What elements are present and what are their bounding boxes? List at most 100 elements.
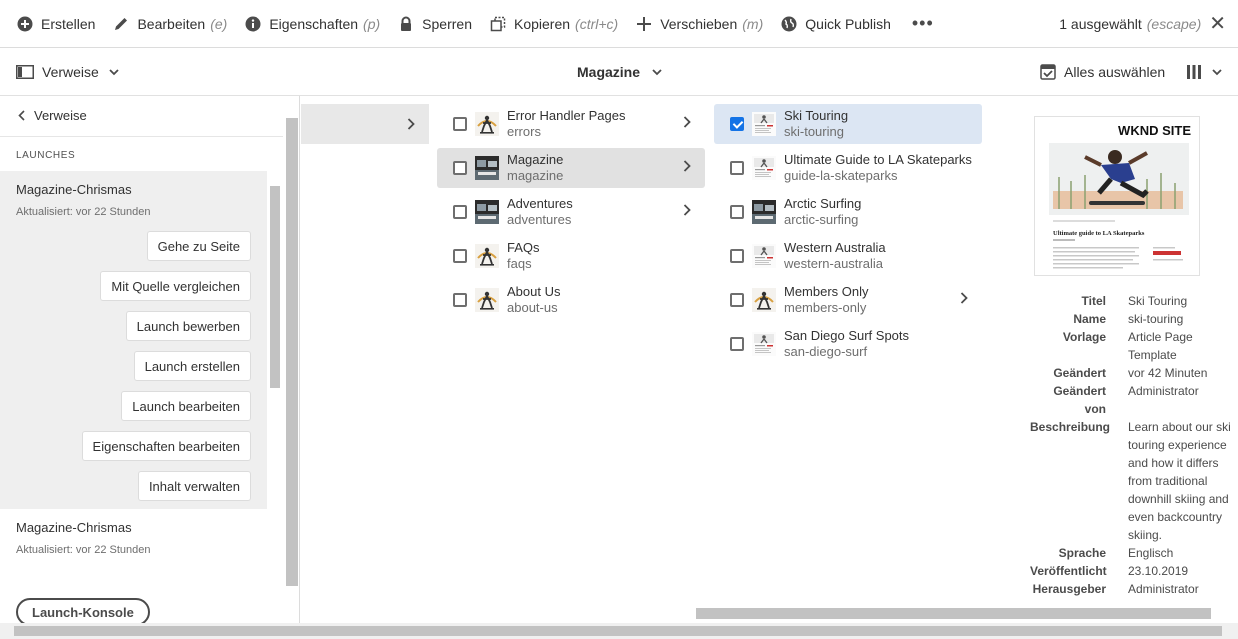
scrollbar-thumb[interactable]: [696, 608, 1211, 619]
property-key: Titel: [1081, 294, 1106, 308]
move-button[interactable]: Verschieben (m): [627, 0, 772, 48]
row-checkbox[interactable]: [453, 117, 467, 131]
rail-back-button[interactable]: Verweise: [18, 104, 87, 126]
property-key: Veröffentlicht: [1030, 564, 1107, 578]
row-checkbox[interactable]: [730, 293, 744, 307]
row-text: San Diego Surf Spots san-diego-surf: [784, 328, 909, 360]
pencil-icon: [115, 17, 128, 30]
column-row[interactable]: Magazine magazine: [437, 148, 705, 188]
property-key: Geändert von: [1053, 384, 1106, 416]
close-selection-icon[interactable]: ✕: [1209, 14, 1226, 34]
scrollbar-thumb[interactable]: [286, 118, 298, 586]
column-view-horizontal-scrollbar[interactable]: [301, 606, 1238, 620]
column-row[interactable]: FAQs faqs: [437, 236, 705, 276]
preview-image: WKND SITE Ultimate guide to LA Skatepark…: [1049, 123, 1191, 269]
create-launch-button[interactable]: Launch erstellen: [133, 351, 251, 381]
add-circle-icon: [17, 16, 33, 31]
row-name: about-us: [507, 300, 558, 315]
launch-list-scrollbar[interactable]: [268, 176, 282, 572]
references-rail: Verweise LAUNCHES Magazine-Chrismas Aktu…: [0, 96, 300, 623]
column-row[interactable]: Western Australia western-australia: [714, 236, 982, 276]
quick-publish-button[interactable]: Quick Publish: [772, 0, 900, 48]
selection-count: 1 ausgewählt: [1059, 16, 1142, 32]
edit-button[interactable]: Bearbeiten (e): [104, 0, 236, 48]
scrollbar-thumb[interactable]: [14, 626, 1222, 636]
chevron-right-icon[interactable]: [683, 160, 691, 172]
header-bar: Verweise Magazine Alles auswählen: [0, 48, 1238, 96]
property-row: Titel Ski Touring: [1030, 292, 1238, 310]
row-title: About Us: [507, 284, 561, 299]
property-row: Name ski-touring: [1030, 310, 1238, 328]
row-checkbox[interactable]: [730, 117, 744, 131]
row-checkbox[interactable]: [453, 205, 467, 219]
property-row: Sprache Englisch: [1030, 544, 1238, 562]
column-row[interactable]: Members Only members-only: [714, 280, 982, 320]
page-horizontal-scrollbar[interactable]: [0, 623, 1238, 639]
row-title: Arctic Surfing: [784, 196, 862, 211]
view-switcher[interactable]: [1186, 48, 1222, 96]
rail-back-label: Verweise: [34, 107, 87, 123]
divider: [0, 136, 283, 137]
create-label: Erstellen: [41, 15, 96, 32]
column-row[interactable]: Adventures adventures: [437, 192, 705, 232]
lock-label: Sperren: [422, 15, 472, 32]
row-title: Magazine: [507, 152, 564, 167]
row-text: Western Australia western-australia: [784, 240, 886, 272]
select-all-button[interactable]: Alles auswählen: [1040, 48, 1165, 96]
edit-properties-button[interactable]: Eigenschaften bearbeiten: [81, 431, 251, 461]
chevron-right-icon[interactable]: [683, 204, 691, 216]
row-text: FAQs faqs: [507, 240, 540, 272]
page-thumbnail-icon: [752, 288, 776, 312]
folder-title-dropdown[interactable]: Magazine: [577, 48, 662, 96]
more-actions-button[interactable]: •••: [900, 0, 946, 48]
chevron-right-icon[interactable]: [960, 292, 968, 304]
move-shortcut: (m): [742, 15, 764, 32]
row-name: ski-touring: [784, 124, 844, 139]
page-thumbnail-icon: [752, 156, 776, 180]
create-button[interactable]: Erstellen: [0, 0, 104, 48]
select-all-label: Alles auswählen: [1064, 64, 1166, 80]
row-name: adventures: [507, 212, 572, 227]
rail-scrollbar[interactable]: [285, 96, 299, 623]
move-label: Verschieben: [660, 15, 738, 32]
page-title: Magazine: [577, 64, 641, 80]
column-row[interactable]: Ski Touring ski-touring: [714, 104, 982, 144]
go-to-page-button[interactable]: Gehe zu Seite: [146, 231, 251, 261]
launch-console-button[interactable]: Launch-Konsole: [16, 598, 150, 623]
scrollbar-thumb[interactable]: [270, 186, 280, 388]
launch-name[interactable]: Magazine-Chrismas: [16, 520, 132, 535]
page-thumbnail-icon: [475, 156, 499, 180]
chevron-right-icon: [407, 118, 415, 130]
edit-launch-button[interactable]: Launch bearbeiten: [121, 391, 251, 421]
row-checkbox[interactable]: [453, 249, 467, 263]
page-thumbnail-icon: [752, 332, 776, 356]
row-checkbox[interactable]: [730, 249, 744, 263]
column-row[interactable]: About Us about-us: [437, 280, 705, 320]
row-name: members-only: [784, 300, 867, 315]
column-row[interactable]: San Diego Surf Spots san-diego-surf: [714, 324, 982, 364]
lock-button[interactable]: Sperren: [389, 0, 481, 48]
row-name: arctic-surfing: [784, 212, 859, 227]
row-name: faqs: [507, 256, 532, 271]
row-checkbox[interactable]: [730, 337, 744, 351]
lock-icon: [401, 16, 412, 31]
compare-with-source-button[interactable]: Mit Quelle vergleichen: [100, 271, 251, 301]
row-checkbox[interactable]: [730, 161, 744, 175]
row-checkbox[interactable]: [453, 161, 467, 175]
row-title: San Diego Surf Spots: [784, 328, 910, 343]
column-row[interactable]: Arctic Surfing arctic-surfing: [714, 192, 982, 232]
selection-shortcut: (escape): [1146, 16, 1202, 32]
column-row[interactable]: Error Handler Pages errors: [437, 104, 705, 144]
row-checkbox[interactable]: [730, 205, 744, 219]
row-checkbox[interactable]: [453, 293, 467, 307]
column-row[interactable]: Ultimate Guide to LA Skateparks guide-la-…: [714, 148, 982, 188]
promote-launch-button[interactable]: Launch bewerben: [125, 311, 251, 341]
chevron-right-icon[interactable]: [683, 116, 691, 128]
manage-content-button[interactable]: Inhalt verwalten: [137, 471, 251, 501]
copy-button[interactable]: Kopieren (ctrl+c): [481, 0, 627, 48]
rail-toggle-button[interactable]: Verweise: [16, 48, 127, 96]
parent-column-item[interactable]: [301, 104, 429, 144]
properties-button[interactable]: Eigenschaften (p): [236, 0, 389, 48]
launch-card[interactable]: Magazine-Chrismas Aktualisiert: vor 22 S…: [0, 171, 267, 509]
property-key: Beschreibung: [1030, 420, 1111, 434]
